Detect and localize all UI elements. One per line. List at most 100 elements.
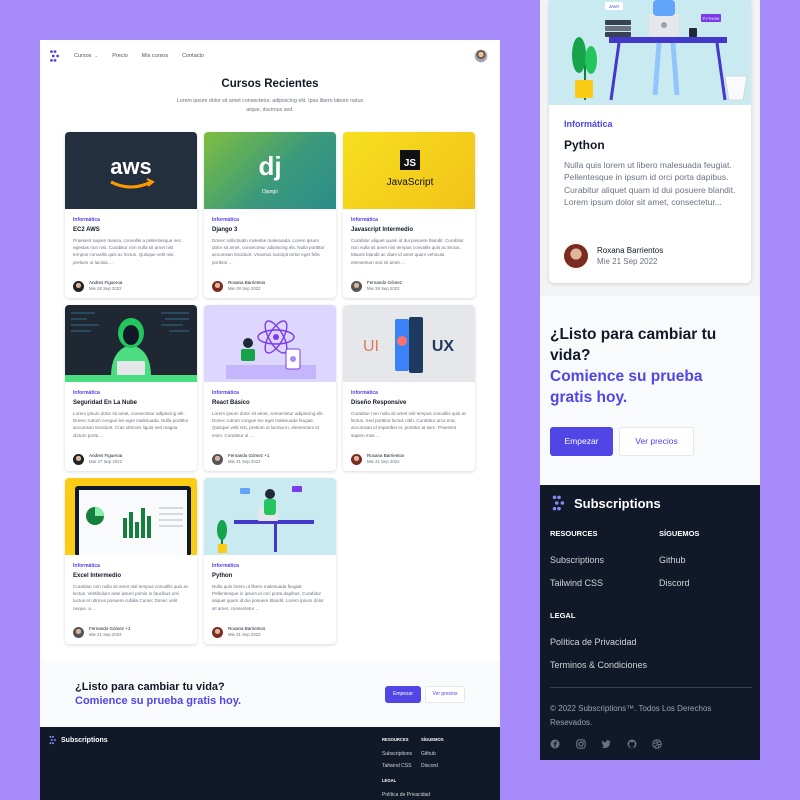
nav-link-contacto[interactable]: Contacto: [182, 53, 204, 59]
course-card[interactable]: JS JavaScript Informática Javascript Int…: [343, 132, 475, 298]
course-card[interactable]: Informática Seguridad En La Nube Lorem i…: [65, 305, 197, 471]
cta-subheadline-line2: gratis hoy.: [550, 389, 628, 406]
course-category: Informática: [351, 390, 378, 396]
start-button[interactable]: Empezar: [385, 686, 421, 703]
footer: Subscriptions RESOURCES SÍGUEMOS Subscri…: [540, 485, 760, 760]
copyright-text: © 2022 Subscriptions™. Todos Los Derecho…: [550, 704, 712, 727]
twitter-icon[interactable]: [601, 739, 611, 749]
course-title[interactable]: Seguridad En La Nube: [73, 400, 197, 406]
footer-link-subscriptions[interactable]: Subscriptions: [550, 555, 604, 565]
course-card[interactable]: JAVA PYTHON Informática Python Nulla qui…: [549, 0, 751, 283]
course-description: Donec sollicitudin molestie malesuada. L…: [212, 238, 325, 265]
course-date: Mie 21 Sep 2022: [597, 257, 658, 266]
course-description: Curabitur non nulla sit amet nisl tempus…: [351, 411, 467, 438]
course-title[interactable]: Excel Intermedio: [73, 573, 197, 579]
react-illustration: [204, 305, 336, 382]
footer-brand-name: Subscriptions: [574, 495, 661, 511]
nav-link-precio[interactable]: Precio: [112, 53, 128, 59]
course-title[interactable]: React Básico: [212, 400, 336, 406]
course-author: Roxana Barrientos Mie 21 Sep 2022: [564, 244, 663, 268]
course-title[interactable]: Django 3: [212, 227, 336, 233]
course-title[interactable]: EC2 AWS: [73, 227, 197, 233]
svg-text:UI: UI: [363, 338, 379, 355]
course-title[interactable]: Python: [212, 573, 336, 579]
course-card[interactable]: Informática Excel Intermedio Curabitur n…: [65, 478, 197, 644]
course-grid: aws Informática EC2 AWS Praesent sapien …: [65, 132, 475, 644]
course-description: Nulla quis lorem ut libero malesuada feu…: [564, 160, 736, 208]
cta-section: ¿Listo para cambiar tu vida? Comience su…: [40, 661, 500, 727]
logo-icon: [49, 735, 56, 745]
python-illustration: JAVA PYTHON: [549, 0, 751, 105]
footer-brand[interactable]: Subscriptions: [550, 494, 661, 512]
course-date: Mie 21 Sep 2022: [228, 632, 261, 637]
course-description: Curabitur aliquet quam id dui posuere bl…: [351, 238, 464, 265]
page-subtitle: Lorem ipsum dolor sit amet consectetur, …: [176, 98, 364, 113]
course-card[interactable]: dj Django Informática Django 3 Donec sol…: [204, 132, 336, 298]
course-description: Lorem ipsum dolor sit amet, consectetur …: [212, 411, 324, 438]
course-card[interactable]: Informática Python Nulla quis lorem ut l…: [204, 478, 336, 644]
excel-illustration: [65, 478, 197, 555]
course-date: Mie 28 Sep 2022: [228, 286, 261, 291]
nav-link-mis-cursos[interactable]: Mis cursos: [142, 53, 168, 59]
chevron-down-icon: ⌄: [94, 53, 99, 58]
course-card[interactable]: UI UX Informática Diseño Responsive Cura…: [343, 305, 475, 471]
footer-link-discord[interactable]: Discord: [659, 578, 690, 588]
course-category: Informática: [212, 563, 239, 569]
svg-text:aws: aws: [110, 154, 152, 179]
navbar: Cursos ⌄ Precio Mis cursos Contacto: [40, 40, 500, 72]
javascript-logo-image: JS JavaScript: [343, 132, 475, 209]
footer-link-subscriptions[interactable]: Subscriptions: [382, 751, 412, 757]
svg-text:UX: UX: [432, 338, 455, 355]
python-illustration: [204, 478, 336, 555]
cta-section: ¿Listo para cambiar tu vida? Comience su…: [540, 296, 760, 485]
course-title[interactable]: Diseño Responsive: [351, 400, 475, 406]
desktop-preview: Cursos ⌄ Precio Mis cursos Contacto Curso…: [40, 40, 500, 800]
course-category: Informática: [73, 563, 100, 569]
pricing-button[interactable]: Ver precios: [425, 686, 465, 703]
footer: Subscriptions RESOURCES SÍGUEMOS Subscri…: [40, 727, 500, 800]
footer-link-github[interactable]: Github: [659, 555, 686, 565]
footer-follow-title: SÍGUEMOS: [421, 737, 444, 742]
user-avatar[interactable]: [474, 49, 488, 63]
course-title[interactable]: Javascript Intermedio: [351, 227, 475, 233]
nav-link-cursos[interactable]: Cursos ⌄: [74, 53, 98, 59]
footer-follow-title: SÍGUEMOS: [659, 529, 700, 538]
footer-legal-title: LEGAL: [550, 611, 576, 620]
pricing-button[interactable]: Ver precios: [619, 427, 694, 456]
course-title[interactable]: Python: [564, 138, 605, 152]
github-icon[interactable]: [627, 739, 637, 749]
instagram-icon[interactable]: [576, 739, 586, 749]
footer-brand[interactable]: Subscriptions: [48, 735, 108, 745]
course-date: Mie 28 Sep 2022: [367, 286, 400, 291]
course-category: Informática: [73, 217, 100, 223]
course-date: Mar 27 Sep 2022: [89, 459, 122, 464]
page-title: Cursos Recientes: [221, 78, 319, 90]
logo-icon[interactable]: [48, 49, 62, 63]
start-button[interactable]: Empezar: [550, 427, 613, 456]
footer-link-privacy[interactable]: Política de Privacidad: [550, 637, 637, 647]
footer-link-discord[interactable]: Discord: [421, 763, 438, 769]
logo-icon: [552, 495, 565, 511]
footer-link-privacy[interactable]: Política de Privacidad: [382, 792, 430, 798]
cta-subheadline: Comience su prueba gratis hoy.: [75, 695, 242, 707]
course-description: Praesent sapien massa, convallis a pelle…: [73, 238, 183, 265]
course-author: Fernando Gómez Mie 28 Sep 2022: [351, 280, 402, 292]
facebook-icon[interactable]: [550, 739, 560, 749]
course-category: Informática: [212, 217, 239, 223]
course-author: Fernando Gómez +1 Mie 21 Sep 2022: [73, 626, 130, 638]
footer-link-tailwind[interactable]: Tailwind CSS: [382, 763, 411, 769]
author-avatar: [212, 453, 223, 465]
course-date: Mie 21 Sep 2022: [89, 632, 122, 637]
footer-divider: [550, 687, 752, 688]
course-card[interactable]: aws Informática EC2 AWS Praesent sapien …: [65, 132, 197, 298]
author-name: Roxana Barrientos: [597, 246, 664, 255]
footer-link-github[interactable]: Github: [421, 751, 436, 757]
course-author: Roxana Barrientos Mie 21 Sep 2022: [351, 453, 404, 465]
django-logo-image: dj Django: [204, 132, 336, 209]
course-card[interactable]: Informática React Básico Lorem ipsum dol…: [204, 305, 336, 471]
course-author: Andres Figueroa Mie 28 Sep 2022: [73, 280, 122, 292]
footer-link-terms[interactable]: Terminos & Condiciones: [550, 660, 647, 670]
dribbble-icon[interactable]: [652, 739, 662, 749]
footer-link-tailwind[interactable]: Tailwind CSS: [550, 578, 603, 588]
footer-resources-title: RESOURCES: [550, 529, 598, 538]
